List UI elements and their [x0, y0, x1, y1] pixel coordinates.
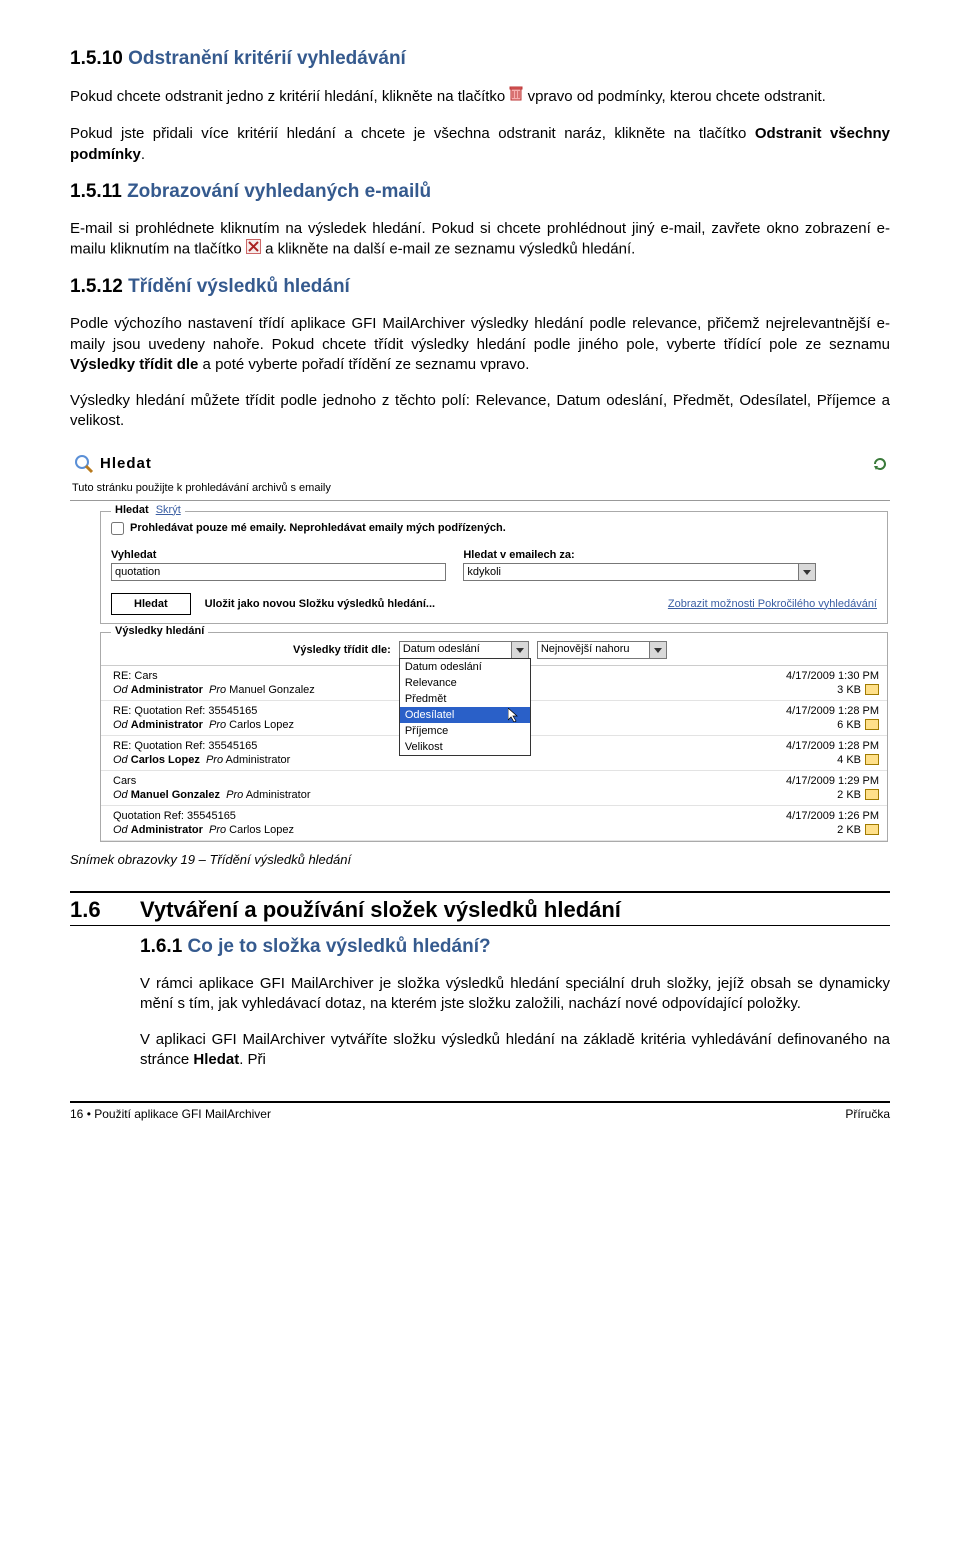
chevron-down-icon — [798, 564, 815, 580]
mail-icon — [865, 684, 879, 695]
page-subtitle: Tuto stránku použijte k prohledávání arc… — [70, 480, 890, 501]
paragraph: Pokud chcete odstranit jedno z kritérií … — [70, 86, 890, 108]
figure-caption: Snímek obrazovky 19 – Třídění výsledků h… — [70, 852, 890, 867]
result-from-to: Od Administrator Pro Carlos Lopez — [113, 824, 819, 836]
chevron-down-icon — [649, 642, 666, 658]
paragraph: V aplikaci GFI MailArchiver vytváříte sl… — [140, 1030, 890, 1071]
search-label: Vyhledat — [111, 549, 463, 561]
panel-legend: Hledat Skrýt — [111, 504, 185, 516]
embedded-screenshot: Hledat Tuto stránku použijte k prohledáv… — [70, 448, 890, 842]
result-date: 4/17/2009 1:29 PM — [739, 775, 879, 787]
when-select[interactable]: kdykoli — [463, 563, 815, 581]
mail-icon — [865, 719, 879, 730]
result-date: 4/17/2009 1:28 PM — [739, 705, 879, 717]
result-subject: Quotation Ref: 35545165 — [113, 810, 739, 822]
results-legend: Výsledky hledání — [111, 625, 208, 637]
result-date: 4/17/2009 1:26 PM — [739, 810, 879, 822]
result-from-to: Od Manuel Gonzalez Pro Administrator — [113, 789, 819, 801]
results-panel: Výsledky hledání Výsledky třídit dle: Da… — [100, 632, 888, 842]
result-row[interactable]: Cars4/17/2009 1:29 PM Od Manuel Gonzalez … — [101, 771, 887, 806]
refresh-icon[interactable] — [872, 456, 888, 472]
page-footer: 16 • Použití aplikace GFI MailArchiver P… — [70, 1105, 890, 1121]
dropdown-item[interactable]: Relevance — [400, 675, 530, 691]
divider — [70, 891, 890, 893]
sort-dropdown-list: Datum odeslání Relevance Předmět Odesíla… — [399, 658, 531, 756]
hide-link[interactable]: Skrýt — [156, 504, 181, 516]
search-button[interactable]: Hledat — [111, 593, 191, 615]
search-icon — [72, 452, 96, 476]
result-size: 2 KB — [819, 824, 879, 836]
sort-order-select[interactable]: Nejnovější nahoru — [537, 641, 667, 659]
sort-label: Výsledky třídit dle: — [293, 644, 391, 656]
paragraph: V rámci aplikace GFI MailArchiver je slo… — [140, 974, 890, 1015]
dropdown-item[interactable]: Datum odeslání — [400, 659, 530, 675]
result-subject: Cars — [113, 775, 739, 787]
search-panel: Hledat Skrýt Prohledávat pouze mé emaily… — [100, 511, 888, 624]
result-size: 6 KB — [819, 719, 879, 731]
trash-icon — [509, 86, 523, 108]
sort-field-select[interactable]: Datum odeslání Datum odeslání Relevance … — [399, 641, 529, 659]
advanced-search-link[interactable]: Zobrazit možnosti Pokročilého vyhledáván… — [668, 598, 877, 610]
search-input[interactable] — [111, 563, 446, 581]
paragraph: E-mail si prohlédnete kliknutím na výsle… — [70, 219, 890, 261]
heading-1-6: 1.6 Vytváření a používání složek výsledk… — [70, 897, 890, 923]
own-emails-checkbox[interactable] — [111, 522, 124, 535]
dropdown-item-selected[interactable]: Odesílatel — [400, 707, 530, 723]
close-icon — [246, 239, 261, 260]
result-size: 2 KB — [819, 789, 879, 801]
heading-1-5-10: 1.5.10 Odstranění kritérií vyhledávání — [70, 48, 890, 70]
heading-1-5-12: 1.5.12 Třídění výsledků hledání — [70, 276, 890, 298]
paragraph: Výsledky hledání můžete třídit podle jed… — [70, 391, 890, 432]
heading-1-5-11: 1.5.11 Zobrazování vyhledaných e-mailů — [70, 181, 890, 203]
dropdown-item[interactable]: Příjemce — [400, 723, 530, 739]
paragraph: Podle výchozího nastavení třídí aplikace… — [70, 314, 890, 375]
dropdown-item[interactable]: Předmět — [400, 691, 530, 707]
result-date: 4/17/2009 1:30 PM — [739, 670, 879, 682]
result-date: 4/17/2009 1:28 PM — [739, 740, 879, 752]
divider — [70, 1101, 890, 1103]
mail-icon — [865, 754, 879, 765]
result-row[interactable]: Quotation Ref: 355451654/17/2009 1:26 PM… — [101, 806, 887, 841]
paragraph: Pokud jste přidali více kritérií hledání… — [70, 124, 890, 165]
cursor-icon — [508, 708, 520, 725]
result-size: 3 KB — [819, 684, 879, 696]
mail-icon — [865, 824, 879, 835]
save-search-link[interactable]: Uložit jako novou Složku výsledků hledán… — [205, 598, 435, 610]
when-label: Hledat v emailech za: — [463, 549, 815, 561]
mail-icon — [865, 789, 879, 800]
checkbox-label: Prohledávat pouze mé emaily. Neprohledáv… — [130, 522, 506, 534]
dropdown-item[interactable]: Velikost — [400, 739, 530, 755]
heading-1-6-1: 1.6.1 Co je to složka výsledků hledání? — [140, 936, 890, 958]
chevron-down-icon — [511, 642, 528, 658]
divider — [70, 925, 890, 926]
page-title: Hledat — [100, 455, 152, 472]
result-size: 4 KB — [819, 754, 879, 766]
